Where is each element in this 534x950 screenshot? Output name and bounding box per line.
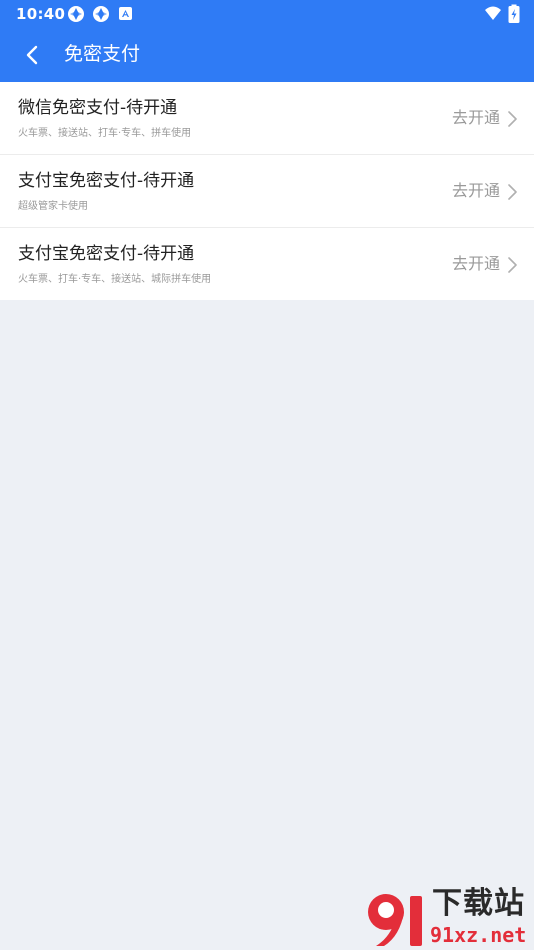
chevron-right-icon [506,110,518,128]
item-title: 支付宝免密支付-待开通 [18,171,195,191]
list-item-alipay-card[interactable]: 支付宝免密支付-待开通 超级管家卡使用 去开通 [0,155,534,228]
chevron-right-icon [506,183,518,201]
back-arrow-icon [18,40,48,70]
wifi-icon [484,4,502,22]
watermark: 下载站 91xz.net [364,886,534,950]
chevron-right-icon [506,256,518,274]
item-subtitle: 火车票、接送站、打车·专车、拼车使用 [18,128,192,139]
item-title: 微信免密支付-待开通 [18,98,178,118]
sync-icon [92,5,110,23]
page-title: 免密支付 [64,43,141,65]
back-button[interactable] [18,40,48,70]
activate-button[interactable]: 去开通 [452,180,500,202]
notification-icon [117,5,135,23]
payment-list: 微信免密支付-待开通 火车票、接送站、打车·专车、拼车使用 去开通 支付宝免密支… [0,82,534,300]
item-title: 支付宝免密支付-待开通 [18,244,195,264]
battery-charging-icon [508,4,520,24]
status-time: 10:40 [16,5,66,23]
item-subtitle: 火车票、打车·专车、接送站、城际拼车使用 [18,274,212,285]
list-item-alipay-travel[interactable]: 支付宝免密支付-待开通 火车票、打车·专车、接送站、城际拼车使用 去开通 [0,228,534,300]
header-bar: 免密支付 [0,28,534,82]
watermark-text-top: 下载站 [432,886,525,921]
item-subtitle: 超级管家卡使用 [18,201,88,212]
list-item-wechat[interactable]: 微信免密支付-待开通 火车票、接送站、打车·专车、拼车使用 去开通 [0,82,534,155]
watermark-logo [364,890,430,948]
watermark-text-bottom: 91xz.net [430,923,527,947]
activate-button[interactable]: 去开通 [452,253,500,275]
activate-button[interactable]: 去开通 [452,107,500,129]
status-bar: 10:40 [0,0,534,28]
sync-icon [67,5,85,23]
